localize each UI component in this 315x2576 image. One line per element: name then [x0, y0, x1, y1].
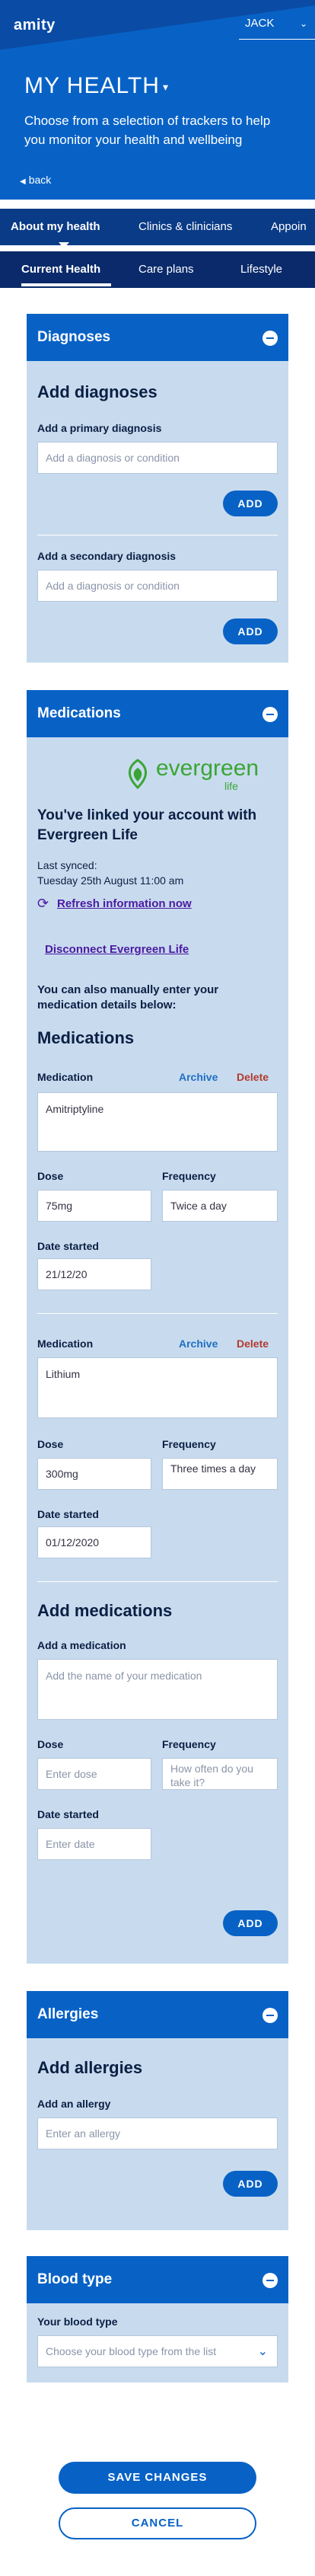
evergreen-brand-sub: life: [224, 780, 238, 792]
leaf-icon: [129, 759, 147, 789]
tab-lifestyle[interactable]: Lifestyle: [240, 251, 282, 288]
add-diagnoses-heading: Add diagnoses: [37, 382, 158, 401]
app-logo[interactable]: amity: [14, 17, 56, 34]
medications-card: Medications evergreen life You've linked…: [27, 690, 288, 1964]
archive-link[interactable]: Archive: [179, 1071, 218, 1083]
new-dose-input[interactable]: Enter dose: [37, 1758, 151, 1790]
date-started-input[interactable]: 01/12/2020: [37, 1526, 151, 1558]
last-synced-value: Tuesday 25th August 11:00 am: [37, 874, 184, 887]
page-subtitle: Choose from a selection of trackers to h…: [24, 113, 271, 147]
allergies-header[interactable]: Allergies: [27, 1991, 288, 2038]
date-started-input[interactable]: 21/12/20: [37, 1258, 151, 1290]
frequency-input[interactable]: Three times a day: [162, 1458, 278, 1490]
add-allergy-button[interactable]: ADD: [223, 2171, 278, 2197]
tab-about-my-health[interactable]: About my health: [11, 209, 100, 245]
medications-header[interactable]: Medications: [27, 690, 288, 737]
collapse-icon[interactable]: [262, 2008, 278, 2023]
secondary-diagnosis-label: Add a secondary diagnosis: [37, 550, 177, 562]
blood-type-header[interactable]: Blood type: [27, 2256, 288, 2303]
collapse-icon[interactable]: [262, 331, 278, 346]
allergy-input[interactable]: Enter an allergy: [37, 2117, 278, 2149]
tab-appointments[interactable]: Appoin: [271, 209, 307, 245]
secondary-tabs: Current Health Care plans Lifestyle: [0, 251, 315, 288]
chevron-down-icon: ⌄: [299, 18, 307, 29]
blood-type-card: Blood type Your blood type Choose your b…: [27, 2256, 288, 2383]
date-started-label: Date started: [37, 1508, 99, 1520]
dose-input[interactable]: 75mg: [37, 1190, 151, 1222]
add-medication-label: Add a medication: [37, 1639, 126, 1651]
page-title[interactable]: MY HEALTH ▾: [24, 73, 169, 99]
tab-care-plans[interactable]: Care plans: [138, 251, 194, 288]
diagnoses-header[interactable]: Diagnoses: [27, 314, 288, 361]
date-started-label: Date started: [37, 1240, 99, 1252]
delete-link[interactable]: Delete: [237, 1071, 269, 1083]
archive-link[interactable]: Archive: [179, 1338, 218, 1350]
allergies-title: Allergies: [37, 2006, 99, 2022]
medication-label: Medication: [37, 1338, 94, 1350]
primary-tabs: About my health Clinics & clinicians App…: [0, 209, 315, 245]
add-medication-input[interactable]: Add the name of your medication: [37, 1659, 278, 1720]
add-allergies-heading: Add allergies: [37, 2058, 143, 2077]
secondary-diagnosis-input[interactable]: Add a diagnosis or condition: [37, 570, 278, 602]
add-secondary-diagnosis-button[interactable]: ADD: [223, 618, 278, 644]
collapse-icon[interactable]: [262, 2273, 278, 2288]
refresh-label: Refresh information now: [57, 897, 192, 910]
add-medications-heading: Add medications: [37, 1601, 173, 1620]
user-name: JACK: [245, 17, 275, 30]
blood-type-placeholder: Choose your blood type from the list: [46, 2345, 217, 2357]
back-label: back: [28, 174, 52, 186]
last-synced-label: Last synced:: [37, 859, 97, 871]
dose-input[interactable]: 300mg: [37, 1458, 151, 1490]
dose-label: Dose: [37, 1738, 64, 1750]
medications-list-heading: Medications: [37, 1028, 135, 1047]
cancel-button[interactable]: CANCEL: [59, 2507, 256, 2539]
diagnoses-title: Diagnoses: [37, 329, 111, 345]
new-date-started-input[interactable]: Enter date: [37, 1828, 151, 1860]
blood-type-title: Blood type: [37, 2271, 113, 2287]
evergreen-life-logo: evergreen life: [124, 756, 259, 792]
tab-clinics-clinicians[interactable]: Clinics & clinicians: [138, 209, 232, 245]
evergreen-brand-name: evergreen: [156, 756, 259, 781]
dose-label: Dose: [37, 1170, 64, 1182]
medication-name-input[interactable]: Lithium: [37, 1357, 278, 1418]
manual-entry-text: You can also manually enter your medicat…: [37, 983, 219, 1012]
frequency-input[interactable]: Twice a day: [162, 1190, 278, 1222]
new-frequency-input[interactable]: How often do you take it?: [162, 1758, 278, 1790]
active-tab-pointer: [59, 242, 69, 248]
allergies-card: Allergies Add allergies Add an allergy E…: [27, 1991, 288, 2230]
blood-type-select[interactable]: Choose your blood type from the list ⌄: [37, 2335, 278, 2367]
add-medication-button[interactable]: ADD: [223, 1910, 278, 1936]
active-tab-underline: [21, 283, 111, 286]
add-primary-diagnosis-button[interactable]: ADD: [223, 491, 278, 516]
save-changes-button[interactable]: SAVE CHANGES: [59, 2462, 256, 2494]
blood-type-label: Your blood type: [37, 2316, 118, 2328]
diagnoses-card: Diagnoses Add diagnoses Add a primary di…: [27, 314, 288, 663]
disconnect-link[interactable]: Disconnect Evergreen Life: [45, 943, 189, 956]
page-title-text: MY HEALTH: [24, 73, 160, 98]
back-arrow-icon: ◀: [20, 177, 26, 186]
chevron-down-icon: ⌄: [257, 2345, 268, 2358]
back-link[interactable]: ◀ back: [20, 174, 51, 186]
tab-current-health[interactable]: Current Health: [21, 251, 100, 288]
dose-label: Dose: [37, 1438, 64, 1450]
frequency-label: Frequency: [162, 1438, 216, 1450]
user-dropdown[interactable]: JACK ⌄: [239, 17, 315, 40]
divider: [37, 1313, 278, 1314]
date-started-label: Date started: [37, 1808, 99, 1820]
primary-diagnosis-label: Add a primary diagnosis: [37, 422, 162, 434]
frequency-label: Frequency: [162, 1738, 216, 1750]
delete-link[interactable]: Delete: [237, 1338, 269, 1350]
collapse-icon[interactable]: [262, 707, 278, 722]
linked-account-text: You've linked your account with Evergree…: [37, 807, 257, 843]
divider: [37, 1581, 278, 1582]
frequency-label: Frequency: [162, 1170, 216, 1182]
refresh-icon: ⟳: [37, 896, 49, 911]
page-header: amity JACK ⌄ MY HEALTH ▾ Choose from a se…: [0, 0, 315, 200]
add-allergy-label: Add an allergy: [37, 2098, 111, 2110]
medications-title: Medications: [37, 705, 121, 721]
medication-name-input[interactable]: Amitriptyline: [37, 1092, 278, 1152]
medication-label: Medication: [37, 1071, 94, 1083]
primary-diagnosis-input[interactable]: Add a diagnosis or condition: [37, 442, 278, 474]
chevron-down-icon: ▾: [162, 80, 169, 93]
